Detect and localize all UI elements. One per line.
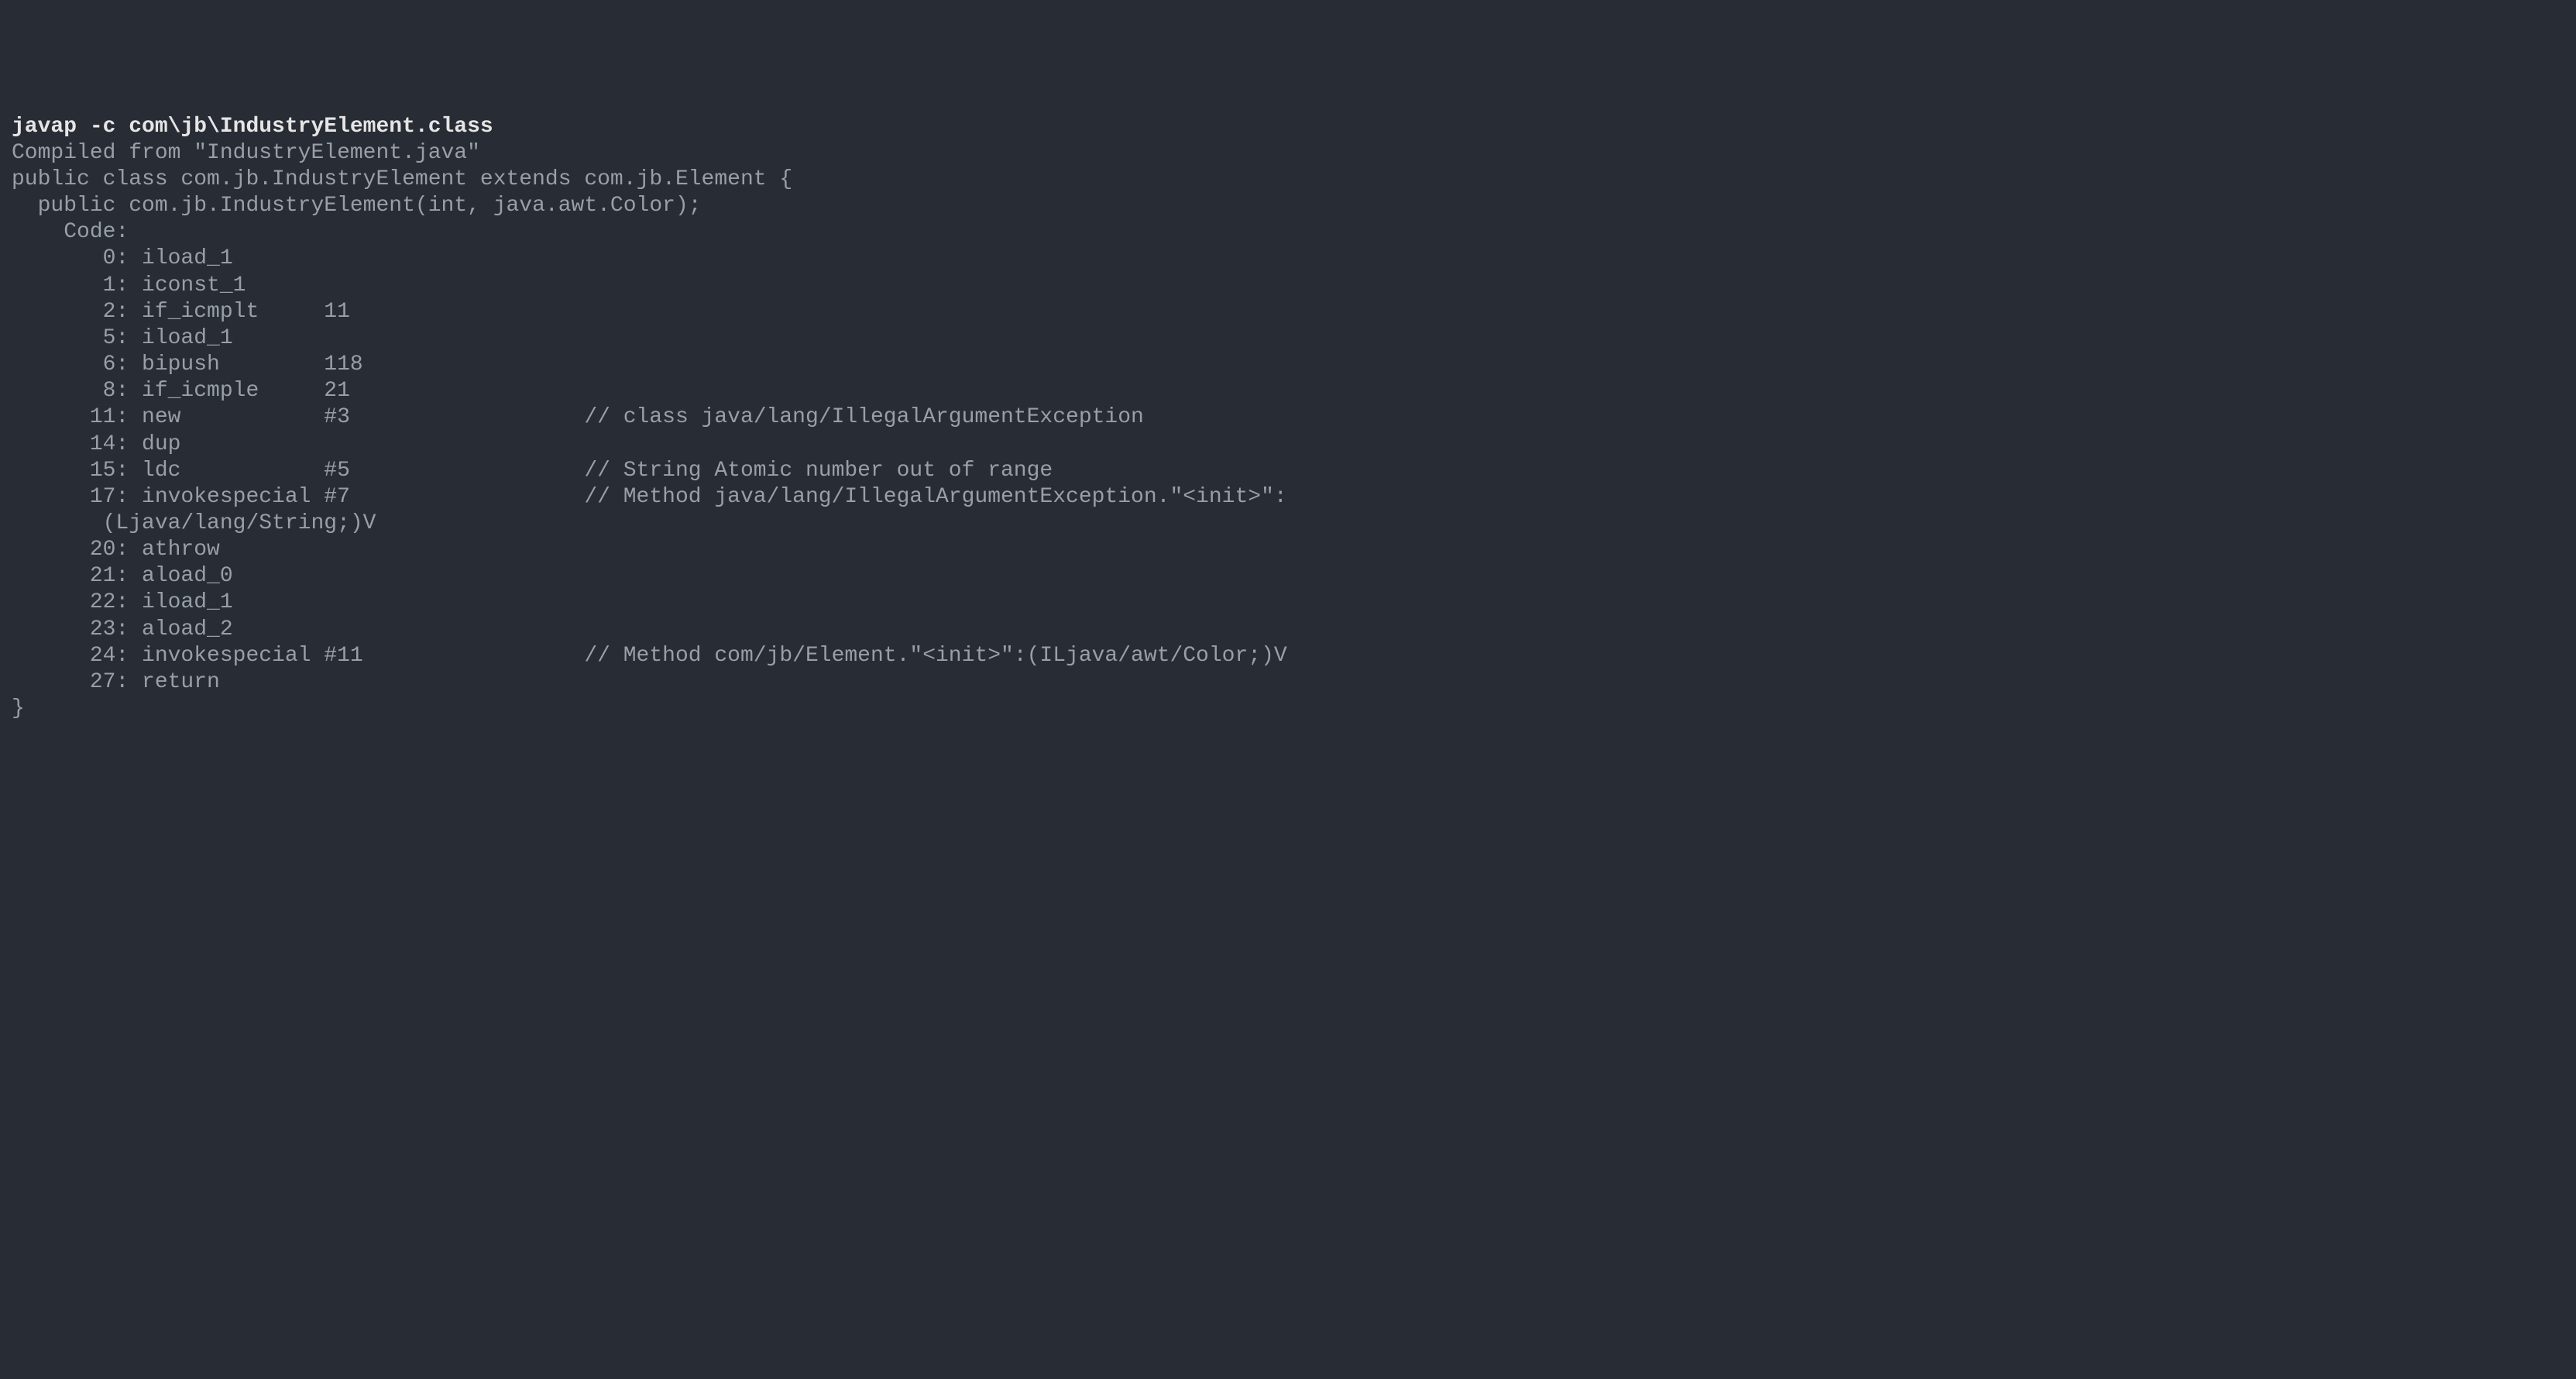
bytecode-instruction: 22: iload_1 (12, 590, 2564, 616)
compiled-from-line: Compiled from "IndustryElement.java" (12, 140, 2564, 167)
bytecode-instruction: 27: return (12, 669, 2564, 696)
bytecode-instruction: 11: new #3 // class java/lang/IllegalArg… (12, 404, 2564, 431)
code-label: Code: (12, 219, 2564, 246)
bytecode-instruction: 20: athrow (12, 537, 2564, 563)
bytecode-instruction: 1: iconst_1 (12, 273, 2564, 299)
bytecode-instruction: 23: aload_2 (12, 617, 2564, 643)
bytecode-instruction: 24: invokespecial #11 // Method com/jb/E… (12, 643, 2564, 669)
class-declaration: public class com.jb.IndustryElement exte… (12, 167, 2564, 193)
bytecode-instruction: (Ljava/lang/String;)V (12, 511, 2564, 537)
terminal-output: javap -c com\jb\IndustryElement.classCom… (12, 114, 2564, 723)
bytecode-instruction: 14: dup (12, 432, 2564, 458)
bytecode-instruction: 0: iload_1 (12, 246, 2564, 272)
closing-brace: } (12, 696, 2564, 722)
bytecode-instruction: 5: iload_1 (12, 325, 2564, 352)
bytecode-instruction: 8: if_icmple 21 (12, 378, 2564, 404)
bytecode-instruction: 15: ldc #5 // String Atomic number out o… (12, 458, 2564, 484)
bytecode-instruction: 21: aload_0 (12, 563, 2564, 590)
bytecode-instruction: 6: bipush 118 (12, 352, 2564, 378)
bytecode-instruction: 17: invokespecial #7 // Method java/lang… (12, 484, 2564, 511)
command-line: javap -c com\jb\IndustryElement.class (12, 114, 2564, 140)
bytecode-instruction: 2: if_icmplt 11 (12, 299, 2564, 325)
constructor-signature: public com.jb.IndustryElement(int, java.… (12, 193, 2564, 219)
